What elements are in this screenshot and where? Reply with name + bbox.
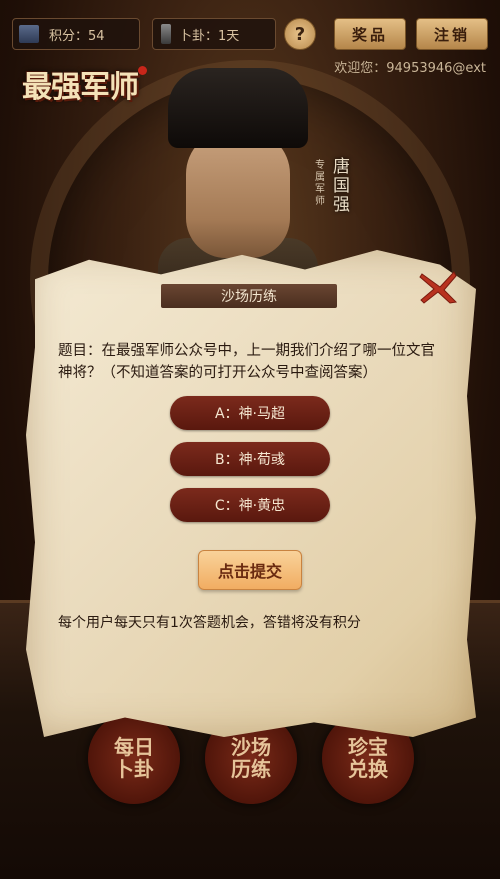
logout-button[interactable]: 注销	[416, 18, 488, 50]
option-a-button[interactable]: A：神·马超	[170, 396, 330, 430]
game-logo: 最强军师	[22, 70, 139, 105]
help-button[interactable]: ?	[284, 18, 316, 50]
option-b-button[interactable]: B：神·荀彧	[170, 442, 330, 476]
modal-title: 沙场历练	[161, 284, 337, 308]
divine-text: 卜卦：1天	[179, 28, 240, 44]
close-icon[interactable]	[418, 270, 458, 304]
option-c-button[interactable]: C：神·黄忠	[170, 488, 330, 522]
portrait-face	[186, 130, 290, 258]
submit-button[interactable]: 点击提交	[198, 550, 302, 590]
treasure-exchange-label: 珍宝兑换	[348, 735, 388, 781]
prize-button[interactable]: 奖品	[334, 18, 406, 50]
daily-divine-label: 每日卜卦	[114, 735, 154, 781]
score-text: 积分：54	[49, 28, 105, 44]
divine-display: 卜卦：1天	[152, 18, 276, 50]
general-portrait	[158, 68, 318, 318]
score-display: 积分：54	[12, 18, 140, 50]
portrait-hat	[168, 68, 308, 148]
score-icon	[19, 25, 39, 43]
general-name: 唐国强	[333, 157, 350, 215]
daily-divine-button[interactable]: 每日卜卦	[88, 712, 180, 804]
divine-icon	[161, 24, 171, 44]
question-text: 题目：在最强军师公众号中，上一期我们介绍了哪一位文官神将？（不知道答案的可打开公…	[58, 343, 435, 381]
general-title: 专属军师	[315, 160, 325, 207]
notice-text: 每个用户每天只有1次答题机会，答错将没有积分	[58, 615, 361, 631]
logo-seal-icon	[138, 66, 147, 75]
battlefield-training-label: 沙场历练	[231, 735, 271, 781]
welcome-text: 欢迎您：94953946@ext	[334, 61, 486, 76]
